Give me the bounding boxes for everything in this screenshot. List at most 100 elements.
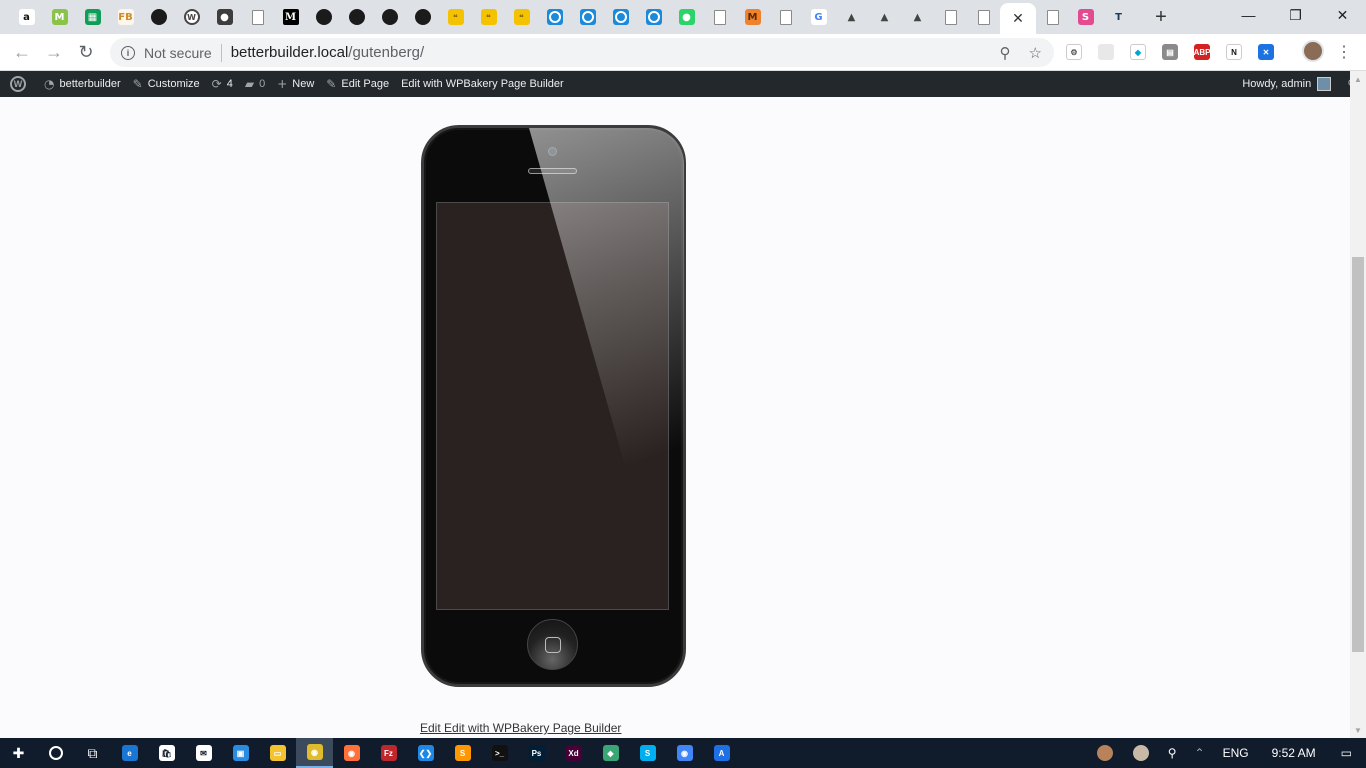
a-icon[interactable]: A: [703, 738, 740, 768]
tab[interactable]: a: [10, 3, 43, 31]
scroll-thumb[interactable]: [1352, 257, 1364, 652]
tab[interactable]: ▲: [835, 3, 868, 31]
page-scrollbar[interactable]: ▲ ▼: [1350, 71, 1366, 738]
tab[interactable]: [307, 3, 340, 31]
info-icon[interactable]: i: [121, 45, 135, 60]
start-icon[interactable]: ✚: [0, 738, 37, 768]
tab[interactable]: S: [1069, 3, 1102, 31]
github-icon: [315, 9, 332, 25]
chrome-icon[interactable]: ◉: [296, 738, 333, 768]
tab[interactable]: ●: [670, 3, 703, 31]
clock[interactable]: 9:52 AM: [1272, 746, 1316, 760]
tab[interactable]: W: [175, 3, 208, 31]
new-tab-icon[interactable]: +: [1149, 6, 1173, 29]
tab[interactable]: [241, 3, 274, 31]
firefox-icon[interactable]: ◉: [333, 738, 370, 768]
gear-ext-icon[interactable]: ⚙: [1062, 40, 1086, 64]
tab[interactable]: [142, 3, 175, 31]
scroll-down-icon[interactable]: ▼: [1350, 722, 1366, 738]
tab[interactable]: [406, 3, 439, 31]
tab[interactable]: [538, 3, 571, 31]
close-window-icon[interactable]: ✕: [1319, 0, 1366, 30]
abp-icon[interactable]: ABP: [1190, 40, 1214, 64]
edit-wpbakery-item[interactable]: Edit with WPBakery Page Builder: [395, 71, 570, 97]
minimize-icon[interactable]: —: [1225, 0, 1272, 30]
tab[interactable]: [769, 3, 802, 31]
tab[interactable]: ▲: [868, 3, 901, 31]
skype-icon[interactable]: S: [629, 738, 666, 768]
store-icon[interactable]: 🛍: [148, 738, 185, 768]
chrome-alt-icon[interactable]: ◉: [666, 738, 703, 768]
edge-icon[interactable]: e: [111, 738, 148, 768]
tab[interactable]: [373, 3, 406, 31]
profile-avatar[interactable]: [1302, 40, 1324, 62]
customize-item[interactable]: ✎ Customize: [127, 71, 206, 97]
tab[interactable]: FB: [109, 3, 142, 31]
terminal-icon[interactable]: >_: [481, 738, 518, 768]
tab[interactable]: ❝: [472, 3, 505, 31]
tab[interactable]: [604, 3, 637, 31]
back-icon[interactable]: ←: [6, 36, 38, 68]
forward-icon[interactable]: →: [38, 36, 70, 68]
bookmark-star-icon[interactable]: ☆: [1029, 44, 1042, 62]
cortana-icon[interactable]: [37, 738, 74, 768]
tab[interactable]: T: [1102, 3, 1135, 31]
vscode-icon[interactable]: ❮❯: [407, 738, 444, 768]
x-ext-icon[interactable]: ✕: [1254, 40, 1278, 64]
xd-icon[interactable]: Xd: [555, 738, 592, 768]
blank-ext-icon-glyph: [1098, 44, 1114, 60]
photos-icon[interactable]: ▣: [222, 738, 259, 768]
task-view-icon[interactable]: ⧉: [74, 738, 111, 768]
tab[interactable]: M: [736, 3, 769, 31]
tab[interactable]: ●: [208, 3, 241, 31]
tab[interactable]: [703, 3, 736, 31]
security-label[interactable]: Not secure: [144, 45, 212, 61]
notifications-icon[interactable]: ▭: [1341, 746, 1352, 760]
edit-page-item[interactable]: ✎ Edit Page: [320, 71, 395, 97]
tab[interactable]: [967, 3, 1000, 31]
wp-logo-menu[interactable]: W: [0, 71, 38, 97]
blank-ext-icon[interactable]: [1094, 40, 1118, 64]
filezilla-icon[interactable]: Fz: [370, 738, 407, 768]
updates-item[interactable]: ⟳ 4: [206, 71, 239, 97]
address-bar[interactable]: i Not secure betterbuilder.local/gutenbe…: [110, 38, 1054, 67]
mail-icon[interactable]: ✉: [185, 738, 222, 768]
tab[interactable]: [571, 3, 604, 31]
tab[interactable]: M: [274, 3, 307, 31]
menu-kebab-icon[interactable]: ⋮: [1336, 42, 1352, 62]
scroll-up-icon[interactable]: ▲: [1350, 71, 1366, 87]
tab[interactable]: [934, 3, 967, 31]
gray-ext-icon[interactable]: ▤: [1158, 40, 1182, 64]
tab[interactable]: [1036, 3, 1069, 31]
site-name-item[interactable]: ◔ betterbuilder: [38, 71, 127, 97]
tab[interactable]: G: [802, 3, 835, 31]
tray-chevron-icon[interactable]: ⌃: [1195, 746, 1205, 760]
tab-active[interactable]: ✕: [1000, 3, 1036, 34]
new-content-item[interactable]: + New: [271, 71, 320, 97]
my-account-item[interactable]: Howdy, admin: [1236, 71, 1337, 97]
diamond-icon[interactable]: ◆: [592, 738, 629, 768]
notion-ext-icon[interactable]: N: [1222, 40, 1246, 64]
url-path[interactable]: /gutenberg/: [348, 44, 424, 61]
restore-icon[interactable]: ❐: [1272, 0, 1319, 30]
tab[interactable]: ▲: [901, 3, 934, 31]
tab[interactable]: M: [43, 3, 76, 31]
people-icon[interactable]: ⚲: [1168, 746, 1177, 760]
photoshop-icon[interactable]: Ps: [518, 738, 555, 768]
tag-ext-icon[interactable]: ◆: [1126, 40, 1150, 64]
tab[interactable]: ▦: [76, 3, 109, 31]
comments-item[interactable]: ▰ 0: [239, 71, 271, 97]
explorer-icon[interactable]: ▭: [259, 738, 296, 768]
reload-icon[interactable]: ↻: [70, 36, 102, 68]
sublime-icon[interactable]: S: [444, 738, 481, 768]
tab[interactable]: [340, 3, 373, 31]
zoom-icon[interactable]: ⚲: [1000, 44, 1011, 62]
tab[interactable]: ❝: [439, 3, 472, 31]
tab[interactable]: ❝: [505, 3, 538, 31]
contact-avatar[interactable]: [1096, 745, 1113, 761]
tab[interactable]: [637, 3, 670, 31]
contact-avatar[interactable]: [1132, 745, 1149, 761]
url-host[interactable]: betterbuilder.local: [231, 44, 349, 61]
edit-wpbakery-link[interactable]: Edit Edit with WPBakery Page Builder: [420, 721, 621, 735]
language-indicator[interactable]: ENG: [1223, 746, 1249, 760]
